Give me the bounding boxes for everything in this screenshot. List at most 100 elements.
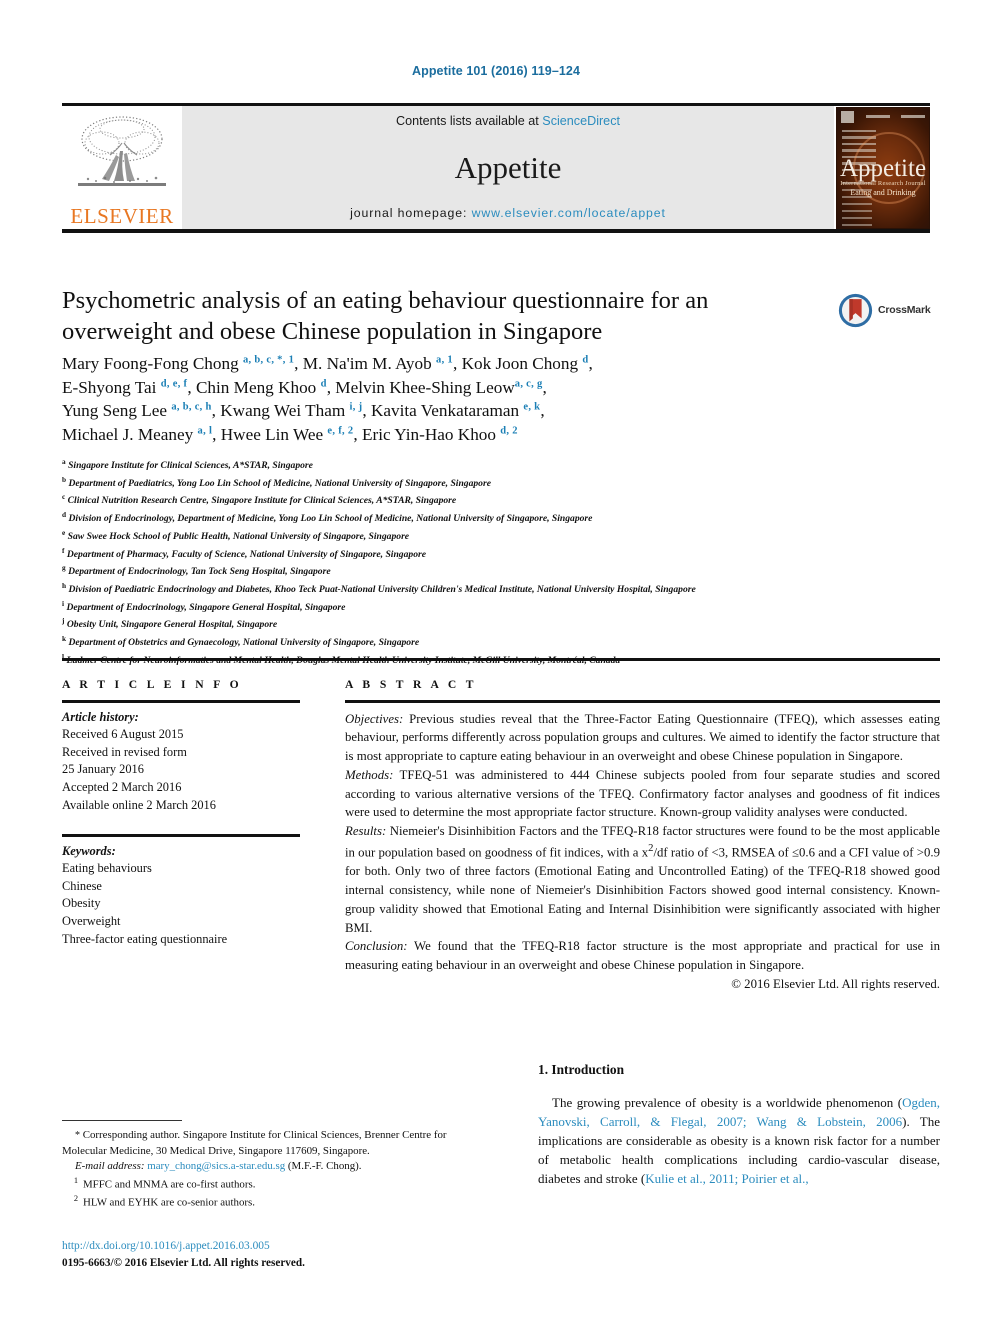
affiliation-mark: g	[62, 563, 66, 573]
author-list: Mary Foong-Fong Chong a, b, c, *, 1, M. …	[62, 352, 852, 447]
abstract-results: Results: Niemeier's Disinhibition Factor…	[345, 822, 940, 937]
email-note: E-mail address: mary_chong@sics.a-star.e…	[62, 1159, 482, 1175]
email-label: E-mail address:	[75, 1160, 145, 1173]
abstract-objectives-text: Previous studies reveal that the Three-F…	[345, 711, 940, 764]
footnote-item: 1 MFFC and MNMA are co-first authors.	[62, 1175, 482, 1193]
title-block: Psychometric analysis of an eating behav…	[62, 286, 822, 348]
journal-title: Appetite	[454, 149, 562, 185]
article-info-column: A R T I C L E I N F O Article history: R…	[62, 678, 300, 948]
author-name: Michael J. Meaney	[62, 425, 194, 445]
author-item: E-Shyong Tai d, e, f,	[62, 377, 196, 397]
contents-line: Contents lists available at ScienceDirec…	[396, 114, 620, 128]
affiliation-mark: h	[62, 581, 67, 591]
author-affil-marks: a, b, c, h	[171, 401, 212, 413]
abstract-conclusion-label: Conclusion:	[345, 939, 408, 954]
abstract-heading: A B S T R A C T	[345, 678, 477, 691]
homepage-link[interactable]: www.elsevier.com/locate/appet	[472, 206, 666, 220]
intro-text-1: The growing prevalence of obesity is a w…	[552, 1095, 903, 1110]
author-name: Eric Yin-Hao Khoo	[362, 425, 496, 445]
author-item: Michael J. Meaney a, l,	[62, 425, 221, 445]
affiliation-mark: k	[62, 634, 67, 644]
author-affil-marks: a, l	[197, 425, 213, 437]
keyword-item: Chinese	[62, 878, 102, 893]
author-item: Chin Meng Khoo d,	[195, 377, 336, 397]
masthead-bottom-rule	[62, 229, 930, 233]
author-affil-marks: a, c, g	[514, 378, 543, 389]
affiliation-mark: f	[62, 545, 65, 555]
paper-page: Appetite 101 (2016) 119–124 ELSEVIER Con…	[0, 0, 992, 1323]
author-item: Kwang Wei Tham i, j,	[220, 401, 371, 421]
elsevier-wordmark: ELSEVIER	[70, 204, 174, 228]
author-name: Kwang Wei Tham	[220, 401, 346, 421]
sciencedirect-link[interactable]: ScienceDirect	[542, 114, 620, 128]
email-owner: (M.F.-F. Chong).	[285, 1160, 362, 1173]
issn-copyright-line: 0195-6663/© 2016 Elsevier Ltd. All right…	[62, 1257, 305, 1270]
abstract-body: Objectives: Previous studies reveal that…	[345, 703, 940, 994]
abstract-column: A B S T R A C T Objectives: Previous stu…	[345, 678, 940, 994]
author-item: Hwee Lin Wee e, f, 2,	[220, 425, 363, 445]
affiliation-item: f Department of Pharmacy, Faculty of Sci…	[62, 545, 940, 563]
affiliation-text: Singapore Institute for Clinical Science…	[68, 460, 313, 472]
corresponding-author-text: Corresponding author. Singapore Institut…	[62, 1129, 447, 1157]
crossmark-icon	[838, 293, 873, 328]
author-item: Yung Seng Lee a, b, c, h,	[62, 401, 221, 421]
footnote-divider	[62, 1120, 182, 1122]
affiliation-mark: d	[62, 510, 67, 520]
homepage-label: journal homepage:	[350, 206, 472, 220]
keyword-item: Three-factor eating questionnaire	[62, 931, 228, 946]
keyword-item: Eating behaviours	[62, 861, 152, 876]
elsevier-tree-icon	[72, 113, 172, 205]
history-item: Accepted 2 March 2016	[62, 779, 182, 794]
affiliation-mark: i	[62, 598, 65, 608]
author-item: Mary Foong-Fong Chong a, b, c, *, 1,	[62, 354, 303, 373]
masthead-band: Contents lists available at ScienceDirec…	[182, 106, 834, 229]
author-affil-marks: d, 2	[500, 425, 518, 437]
history-item: Received 6 August 2015	[62, 727, 184, 742]
author-affil-marks: i, j	[349, 401, 363, 413]
journal-masthead: ELSEVIER Contents lists available at Sci…	[62, 103, 930, 233]
doi-link[interactable]: http://dx.doi.org/10.1016/j.appet.2016.0…	[62, 1240, 270, 1252]
abstract-methods-text: TFEQ-51 was administered to 444 Chinese …	[345, 767, 940, 820]
cover-title: Appetite	[839, 154, 927, 182]
article-history: Article history: Received 6 August 2015 …	[62, 703, 300, 815]
author-affil-marks: a, b, c, *, 1	[242, 354, 295, 366]
affiliation-text: Department of Endocrinology, Tan Tock Se…	[68, 566, 331, 578]
abstract-methods: Methods: TFEQ-51 was administered to 444…	[345, 766, 940, 822]
abstract-results-label: Results:	[345, 824, 387, 839]
author-name: Kavita Venkataraman	[370, 401, 520, 421]
affiliation-item: e Saw Swee Hock School of Public Health,…	[62, 527, 940, 545]
corresponding-author-note: * Corresponding author. Singapore Instit…	[62, 1128, 482, 1159]
history-item: Received in revised form	[62, 744, 187, 759]
affiliation-text: Obesity Unit, Singapore General Hospital…	[66, 619, 278, 631]
affiliation-mark: a	[62, 457, 66, 466]
affiliation-item: b Department of Paediatrics, Yong Loo Li…	[62, 474, 940, 492]
article-info-heading: A R T I C L E I N F O	[62, 678, 243, 691]
abstract-methods-label: Methods:	[345, 767, 394, 782]
running-head: Appetite 101 (2016) 119–124	[411, 64, 581, 78]
email-link[interactable]: mary_chong@sics.a-star.edu.sg	[147, 1160, 285, 1172]
author-item: M. Na'im M. Ayob a, 1,	[302, 354, 462, 373]
affiliation-text: Division of Paediatric Endocrinology and…	[68, 584, 696, 596]
author-item: Eric Yin-Hao Khoo d, 2	[362, 425, 518, 444]
citation-link[interactable]: Kulie et al., 2011; Poirier et al.,	[645, 1171, 808, 1186]
affiliation-text: Department of Endocrinology, Singapore G…	[66, 601, 346, 613]
author-name: Melvin Khee-Shing Leow	[335, 377, 515, 397]
affiliation-item: g Department of Endocrinology, Tan Tock …	[62, 562, 940, 580]
affiliation-item: a Singapore Institute for Clinical Scien…	[62, 456, 940, 474]
keyword-item: Overweight	[62, 914, 121, 929]
affiliation-item: k Department of Obstetrics and Gynaecolo…	[62, 633, 940, 651]
footnote-item: 2 HLW and EYHK are co-senior authors.	[62, 1193, 482, 1211]
crossmark-badge[interactable]: CrossMark	[838, 288, 942, 332]
affiliation-text: Department of Pharmacy, Faculty of Scien…	[66, 548, 426, 560]
article-history-label: Article history:	[62, 709, 139, 724]
affiliation-item: j Obesity Unit, Singapore General Hospit…	[62, 615, 940, 633]
author-affil-marks: d, e, f	[160, 378, 188, 389]
page-title: Psychometric analysis of an eating behav…	[62, 287, 709, 345]
introduction-heading: 1. Introduction	[538, 1062, 625, 1077]
author-item: Kavita Venkataraman e, k,	[370, 401, 545, 421]
affiliation-mark: j	[62, 616, 65, 626]
affiliation-item: d Division of Endocrinology, Department …	[62, 509, 940, 527]
section-divider-rule	[62, 658, 940, 661]
introduction-paragraph: The growing prevalence of obesity is a w…	[538, 1094, 940, 1189]
author-name: Kok Joon Chong	[461, 354, 579, 373]
